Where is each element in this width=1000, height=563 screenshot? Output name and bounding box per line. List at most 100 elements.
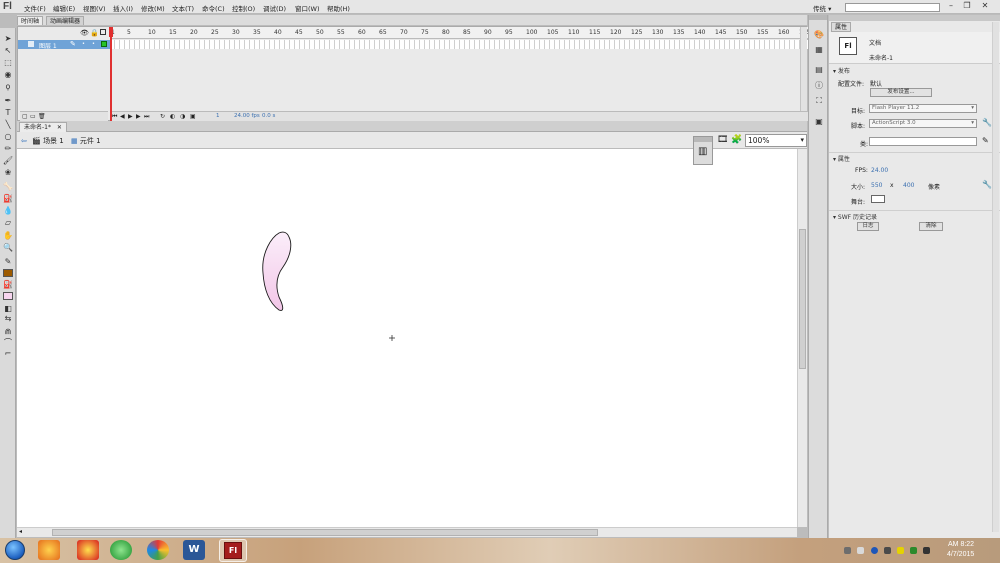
log-button[interactable]: 日志 (857, 222, 879, 231)
delete-layer-icon[interactable]: 🗑 (38, 113, 46, 120)
frames-row[interactable] (110, 40, 808, 49)
line-tool-icon[interactable]: ╲ (2, 120, 14, 130)
scroll-left-icon[interactable]: ◂ (19, 528, 22, 535)
fps-value[interactable]: 24.00 (871, 167, 888, 174)
stage[interactable]: ▥ (17, 136, 797, 527)
menu-modify[interactable]: 修改(M) (141, 3, 165, 13)
info-panel-icon[interactable]: ⓘ (813, 81, 825, 91)
fill-color-swatch[interactable] (3, 292, 13, 300)
color-panel-icon[interactable]: 🎨 (813, 30, 825, 40)
class-input[interactable] (869, 137, 977, 146)
align-panel-icon[interactable]: ▤ (813, 65, 825, 75)
library-panel-icon[interactable]: ▣ (813, 117, 825, 127)
menu-file[interactable]: 文件(F) (24, 3, 46, 13)
help-search-input[interactable] (845, 3, 940, 12)
first-frame-icon[interactable]: ⏮ (112, 113, 117, 121)
menu-commands[interactable]: 命令(C) (202, 3, 225, 13)
network-tray-icon[interactable] (910, 547, 917, 554)
security-tray-icon[interactable] (897, 547, 904, 554)
pencil-tool-icon[interactable]: ✏ (2, 144, 14, 154)
properties-vscroll[interactable] (992, 22, 999, 532)
lock-dot-icon[interactable]: • (92, 41, 95, 47)
step-back-icon[interactable]: ◀ (120, 113, 125, 120)
menu-view[interactable]: 视图(V) (83, 3, 106, 13)
close-tab-icon[interactable]: ✕ (57, 124, 62, 131)
swf-history-section-header[interactable]: ▾ SWF 历史记录 (833, 212, 877, 221)
playhead[interactable] (110, 27, 112, 122)
current-frame[interactable]: 1 (216, 113, 220, 119)
minimize-icon[interactable]: – (944, 1, 958, 11)
3d-rotation-tool-icon[interactable]: ◉ (2, 70, 14, 80)
oval-tool-icon[interactable]: ○ (2, 132, 14, 142)
panel-grip[interactable] (694, 137, 712, 142)
text-tool-icon[interactable]: T (2, 108, 14, 118)
onion-outline-icon[interactable]: ◑ (180, 113, 185, 120)
stage-vscroll[interactable] (797, 149, 807, 527)
stroke-color-swatch[interactable] (3, 269, 13, 277)
eyedropper-icon[interactable]: 💧 (2, 206, 14, 216)
word-icon[interactable]: W (183, 540, 205, 560)
edit-frames-icon[interactable]: ▣ (190, 113, 196, 120)
tab-document[interactable]: 未命名-1* ✕ (19, 122, 67, 132)
script-select[interactable]: ActionScript 3.0 ▾ (869, 119, 977, 128)
panel-grip[interactable] (809, 15, 827, 20)
edit-symbol-icon[interactable]: 🧩 (731, 135, 742, 145)
onion-skin-icon[interactable]: ◐ (170, 113, 175, 120)
timeline-ruler[interactable]: 1510152025303540455055606570758085909510… (110, 27, 810, 39)
smooth-icon[interactable]: ⌒ (2, 338, 14, 348)
volume-icon[interactable] (923, 547, 930, 554)
browser-icon[interactable] (110, 540, 132, 560)
pen-tool-icon[interactable]: ✒ (2, 96, 14, 106)
browser-icon-2[interactable] (147, 540, 169, 560)
loop-icon[interactable]: ↻ (160, 113, 165, 120)
layer-row[interactable]: 图层 1 ✎ • • (18, 40, 110, 50)
hscroll-thumb[interactable] (52, 529, 598, 536)
clock-date[interactable]: 4/7/2015 (947, 551, 974, 558)
vscroll-thumb[interactable] (799, 229, 806, 369)
selection-tool-icon[interactable]: ➤ (2, 34, 14, 44)
settings-tray-icon[interactable] (884, 547, 891, 554)
wrench-icon[interactable]: 🔧 (982, 118, 992, 127)
menu-text[interactable]: 文本(T) (172, 3, 194, 13)
restore-icon[interactable]: ❐ (960, 1, 974, 11)
step-forward-icon[interactable]: ▶ (136, 113, 141, 120)
breadcrumb-symbol[interactable]: 元件 1 (80, 137, 101, 145)
wrench-icon[interactable]: 🔧 (982, 180, 992, 189)
play-icon[interactable]: ▶ (128, 113, 133, 120)
workspace-switcher[interactable]: 传统 ▾ (813, 3, 831, 13)
new-layer-icon[interactable]: ▢ (22, 113, 28, 120)
lasso-tool-icon[interactable]: ϙ (2, 82, 14, 92)
deco-tool-icon[interactable]: ❀ (2, 168, 14, 178)
edit-class-pencil-icon[interactable]: ✎ (982, 136, 989, 145)
app-icon-1[interactable] (38, 540, 60, 560)
swatches-panel-icon[interactable]: ▦ (813, 45, 825, 55)
menu-window[interactable]: 窗口(W) (295, 3, 320, 13)
breadcrumb-scene[interactable]: 场景 1 (43, 137, 64, 145)
zoom-tool-icon[interactable]: 🔍 (2, 243, 14, 253)
close-icon[interactable]: ✕ (978, 1, 992, 11)
height-value[interactable]: 400 (903, 182, 914, 189)
brush-tool-icon[interactable]: 🖌 (2, 156, 14, 166)
width-value[interactable]: 550 (871, 182, 882, 189)
visibility-dot-icon[interactable]: • (82, 41, 85, 47)
petal-shape[interactable] (262, 231, 292, 311)
clear-button[interactable]: 清除 (919, 222, 943, 231)
new-folder-icon[interactable]: ▭ (30, 113, 36, 120)
tab-timeline[interactable]: 时间轴 (17, 16, 44, 25)
frame-rate[interactable]: 24.00 fps (234, 113, 260, 119)
menu-help[interactable]: 帮助(H) (327, 3, 350, 13)
panel-grip[interactable] (829, 15, 1000, 21)
tab-properties[interactable]: 属性 (831, 22, 852, 32)
subselection-tool-icon[interactable]: ↖ (2, 46, 14, 56)
menu-debug[interactable]: 调试(D) (263, 3, 286, 13)
lock-icon[interactable]: 🔒 (90, 29, 99, 37)
black-white-icon[interactable]: ◧ (2, 304, 14, 314)
tab-motion-editor[interactable]: 动画编辑器 (46, 16, 85, 25)
outline-icon[interactable] (100, 29, 106, 35)
target-select[interactable]: Flash Player 11.2 ▾ (869, 104, 977, 113)
timeline-vscroll[interactable] (800, 27, 807, 111)
paint-bucket-icon[interactable]: ⛽ (2, 194, 14, 204)
help-tray-icon[interactable] (871, 547, 878, 554)
clock-time[interactable]: AM 8:22 (948, 541, 974, 548)
menu-control[interactable]: 控制(O) (232, 3, 255, 13)
